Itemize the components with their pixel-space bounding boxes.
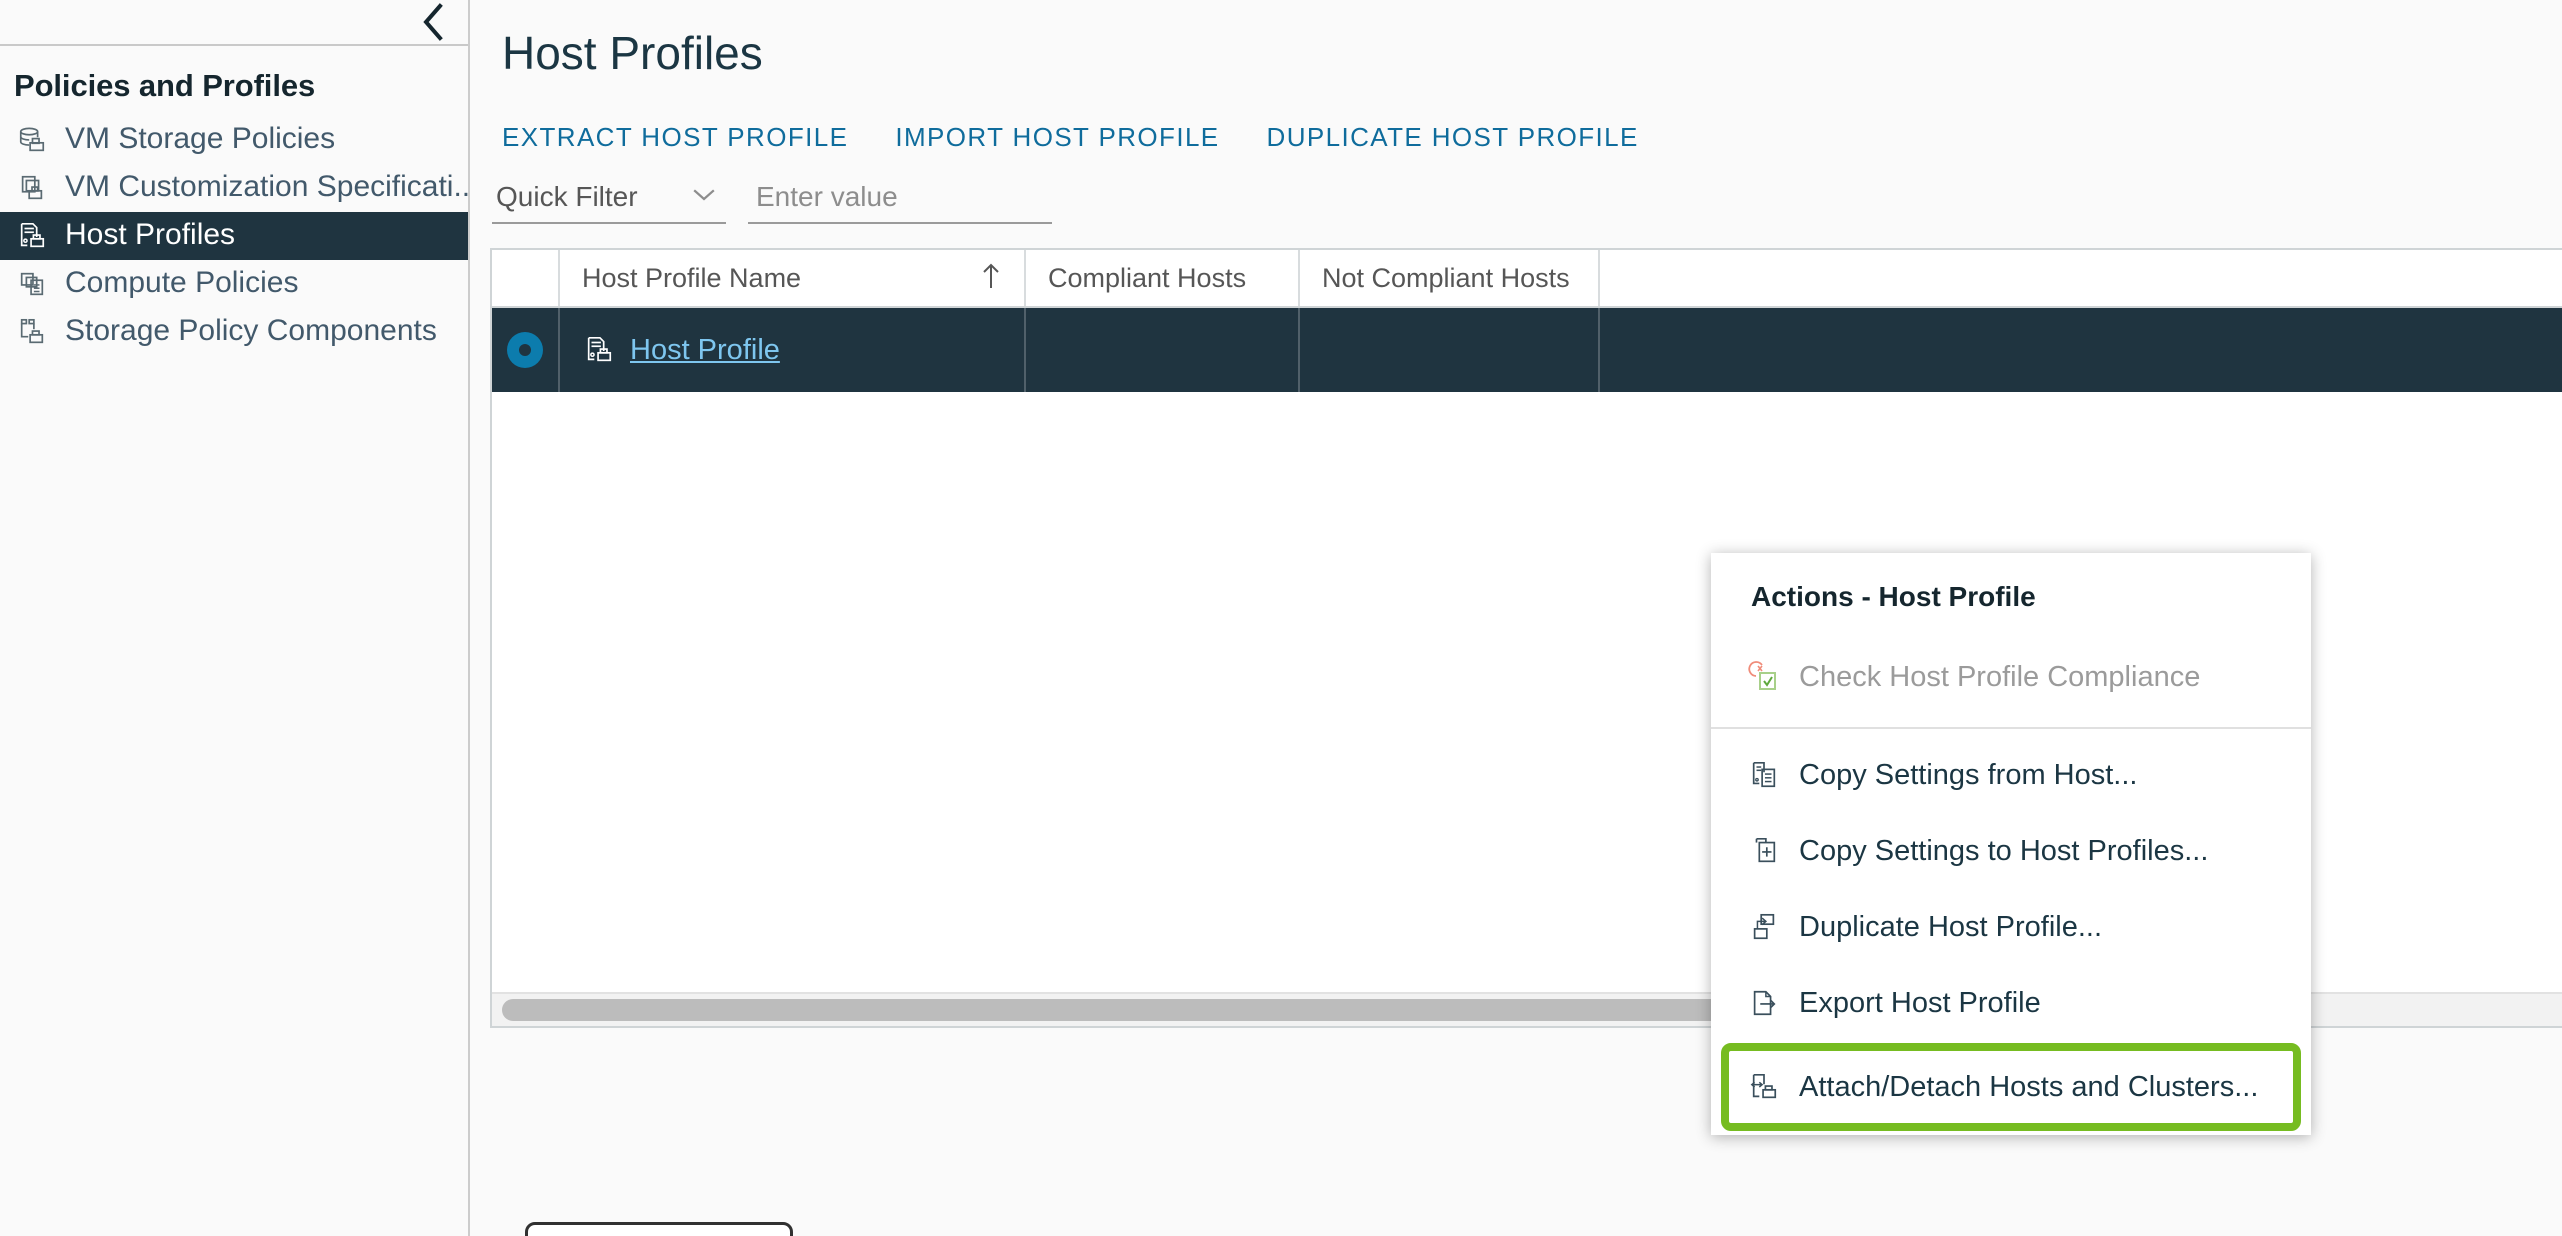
extract-host-profile-button[interactable]: EXTRACT HOST PROFILE xyxy=(502,122,848,153)
table-header-not-compliant-hosts[interactable]: Not Compliant Hosts xyxy=(1298,250,1598,306)
table-header-spacer xyxy=(1598,250,2562,306)
host-profile-icon xyxy=(15,219,49,253)
menu-item-label: Attach/Detach Hosts and Clusters... xyxy=(1799,1070,2259,1103)
quick-filter-label: Quick Filter xyxy=(496,181,638,212)
row-compliant-cell xyxy=(1024,308,1298,392)
sidebar-nav: VM Storage Policies VM Customization Spe… xyxy=(0,116,468,356)
sidebar-item-host-profiles[interactable]: Host Profiles xyxy=(0,212,468,260)
menu-item-label: Duplicate Host Profile... xyxy=(1799,910,2103,943)
host-profile-name-link[interactable]: Host Profile xyxy=(630,334,780,367)
storage-policy-component-icon xyxy=(15,315,49,349)
menu-item-attach-detach-hosts-and-clusters[interactable]: Attach/Detach Hosts and Clusters... xyxy=(1721,1043,2301,1131)
sidebar-item-label: Compute Policies xyxy=(65,265,299,299)
copy-from-host-icon xyxy=(1747,758,1781,792)
attach-detach-icon xyxy=(1747,1070,1781,1104)
filter-bar: Quick Filter xyxy=(470,153,2562,224)
table-header-select xyxy=(492,250,558,306)
table-header-label: Host Profile Name xyxy=(582,262,802,293)
vsphere-host-profiles-screen: Policies and Profiles VM Storage Policie… xyxy=(0,0,2562,1236)
import-host-profile-button[interactable]: IMPORT HOST PROFILE xyxy=(895,122,1219,153)
row-not-compliant-cell xyxy=(1298,308,1598,392)
main-content: Host Profiles EXTRACT HOST PROFILE IMPOR… xyxy=(470,0,2562,1236)
export-profile-icon xyxy=(1747,986,1781,1020)
row-spacer-cell xyxy=(1598,308,2562,392)
chevron-down-icon xyxy=(692,187,716,208)
page-title: Host Profiles xyxy=(502,27,763,79)
table-header-compliant-hosts[interactable]: Compliant Hosts xyxy=(1024,250,1298,306)
arrow-up-icon xyxy=(980,261,1002,296)
vm-customization-spec-icon xyxy=(15,171,49,205)
table-row[interactable]: Host Profile xyxy=(492,308,2562,392)
search-input[interactable] xyxy=(756,181,1048,213)
action-toolbar: EXTRACT HOST PROFILE IMPORT HOST PROFILE… xyxy=(470,80,2562,153)
filter-value-field[interactable] xyxy=(748,181,1052,224)
bottom-partial-control[interactable] xyxy=(525,1222,793,1236)
actions-context-menu: Actions - Host Profile Check Host Profil… xyxy=(1711,553,2311,1135)
menu-item-copy-settings-from-host[interactable]: Copy Settings from Host... xyxy=(1711,737,2311,813)
row-select-cell[interactable] xyxy=(492,308,558,392)
sidebar-topbar xyxy=(0,0,468,46)
row-name-cell: Host Profile xyxy=(558,308,1024,392)
sidebar-item-vm-customization-specifications[interactable]: VM Customization Specificati... xyxy=(0,164,468,212)
sidebar-item-compute-policies[interactable]: Compute Policies xyxy=(0,260,468,308)
sidebar-item-label: VM Customization Specificati... xyxy=(65,169,468,203)
menu-item-copy-settings-to-host-profiles[interactable]: Copy Settings to Host Profiles... xyxy=(1711,813,2311,889)
menu-divider xyxy=(1711,727,2311,729)
table-header-label: Compliant Hosts xyxy=(1048,262,1247,293)
chevron-left-icon[interactable] xyxy=(414,2,452,42)
host-profile-icon xyxy=(582,333,616,367)
table-header-host-profile-name[interactable]: Host Profile Name xyxy=(558,250,1024,306)
sidebar-item-label: VM Storage Policies xyxy=(65,121,336,155)
menu-item-duplicate-host-profile[interactable]: Duplicate Host Profile... xyxy=(1711,889,2311,965)
row-radio-selected[interactable] xyxy=(507,332,543,368)
quick-filter-select[interactable]: Quick Filter xyxy=(492,181,726,224)
menu-item-export-host-profile[interactable]: Export Host Profile xyxy=(1711,965,2311,1041)
duplicate-host-profile-button[interactable]: DUPLICATE HOST PROFILE xyxy=(1267,122,1639,153)
context-menu-title: Actions - Host Profile xyxy=(1751,581,2036,612)
sidebar-item-storage-policy-components[interactable]: Storage Policy Components xyxy=(0,308,468,356)
sidebar-title: Policies and Profiles xyxy=(14,68,316,103)
check-compliance-icon xyxy=(1747,660,1781,694)
menu-item-label: Copy Settings from Host... xyxy=(1799,758,2138,791)
menu-item-label: Export Host Profile xyxy=(1799,986,2041,1019)
table-header-label: Not Compliant Hosts xyxy=(1322,262,1570,293)
sidebar-item-vm-storage-policies[interactable]: VM Storage Policies xyxy=(0,116,468,164)
menu-item-label: Copy Settings to Host Profiles... xyxy=(1799,834,2209,867)
vm-storage-policy-icon xyxy=(15,123,49,157)
sidebar: Policies and Profiles VM Storage Policie… xyxy=(0,0,470,1236)
duplicate-profile-icon xyxy=(1747,910,1781,944)
sidebar-item-label: Storage Policy Components xyxy=(65,313,437,347)
menu-item-check-host-profile-compliance: Check Host Profile Compliance xyxy=(1711,639,2311,715)
sidebar-item-label: Host Profiles xyxy=(65,217,236,251)
compute-policy-icon xyxy=(15,267,49,301)
table-header-row: Host Profile Name Compliant Hosts Not Co… xyxy=(492,250,2562,308)
menu-item-label: Check Host Profile Compliance xyxy=(1799,660,2201,693)
copy-to-profiles-icon xyxy=(1747,834,1781,868)
